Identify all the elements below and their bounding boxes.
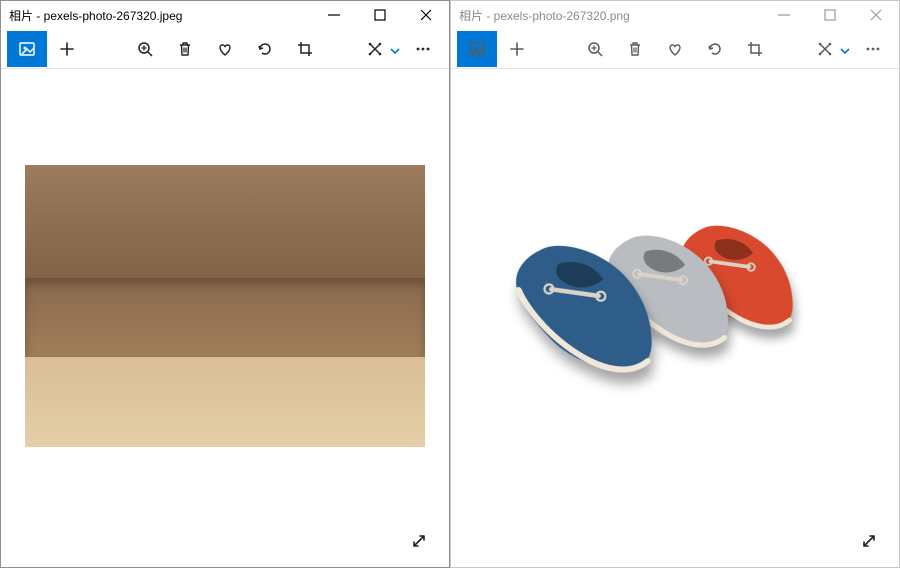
minimize-button[interactable] (761, 1, 807, 29)
delete-button[interactable] (165, 31, 205, 67)
image-viewport[interactable] (451, 69, 899, 567)
titlebar[interactable]: 相片 - pexels-photo-267320.png (451, 1, 899, 29)
more-button[interactable] (853, 31, 893, 67)
photo-transparent-bg (491, 179, 859, 417)
close-button[interactable] (853, 1, 899, 29)
photo-with-background (25, 165, 425, 447)
delete-button[interactable] (615, 31, 655, 67)
rotate-button[interactable] (695, 31, 735, 67)
view-gallery-button[interactable] (457, 31, 497, 67)
window-title: 相片 - pexels-photo-267320.jpeg (1, 7, 311, 24)
image-viewport[interactable] (1, 69, 449, 567)
toolbar (451, 29, 899, 69)
maximize-button[interactable] (807, 1, 853, 29)
favorite-button[interactable] (205, 31, 245, 67)
window-title: 相片 - pexels-photo-267320.png (451, 7, 761, 24)
zoom-button[interactable] (575, 31, 615, 67)
favorite-button[interactable] (655, 31, 695, 67)
add-button[interactable] (47, 31, 87, 67)
zoom-button[interactable] (125, 31, 165, 67)
add-button[interactable] (497, 31, 537, 67)
close-button[interactable] (403, 1, 449, 29)
titlebar[interactable]: 相片 - pexels-photo-267320.jpeg (1, 1, 449, 29)
edit-button[interactable] (363, 31, 403, 67)
maximize-button[interactable] (357, 1, 403, 29)
toolbar (1, 29, 449, 69)
crop-button[interactable] (285, 31, 325, 67)
fullscreen-icon[interactable] (409, 531, 431, 553)
view-gallery-button[interactable] (7, 31, 47, 67)
edit-button[interactable] (813, 31, 853, 67)
more-button[interactable] (403, 31, 443, 67)
photos-window-right: 相片 - pexels-photo-267320.png (450, 0, 900, 568)
crop-button[interactable] (735, 31, 775, 67)
photos-window-left: 相片 - pexels-photo-267320.jpeg (0, 0, 450, 568)
minimize-button[interactable] (311, 1, 357, 29)
rotate-button[interactable] (245, 31, 285, 67)
fullscreen-icon[interactable] (859, 531, 881, 553)
